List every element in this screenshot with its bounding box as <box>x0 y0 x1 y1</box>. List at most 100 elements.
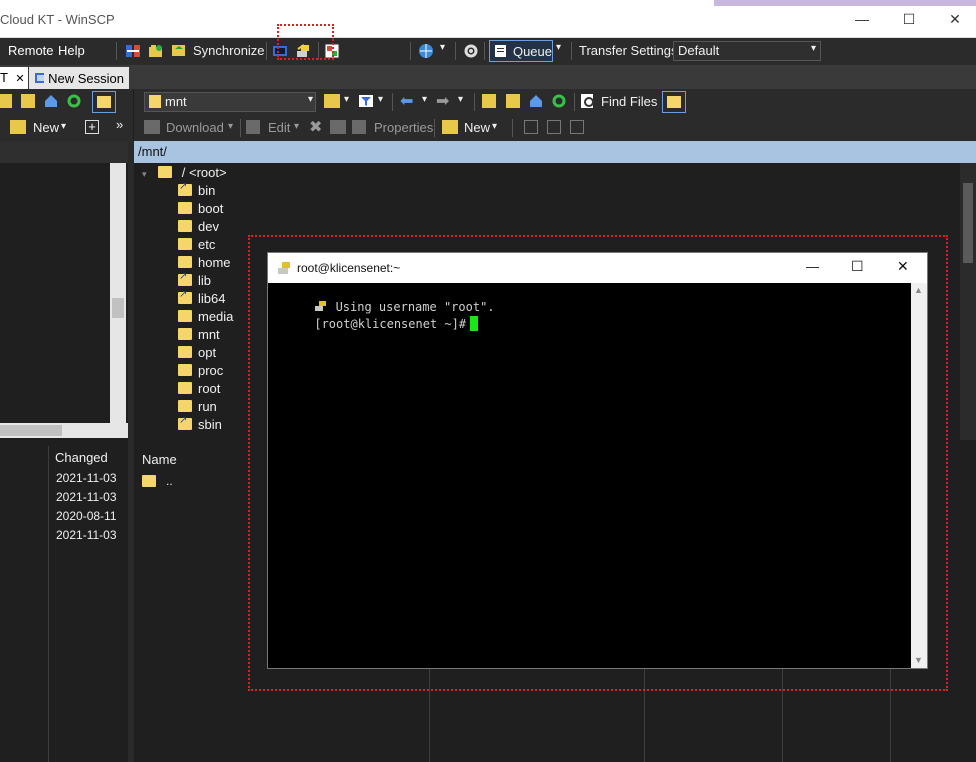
tab-session[interactable]: T ✕ <box>0 67 28 89</box>
close-icon: ✕ <box>949 10 961 27</box>
delete-icon[interactable]: ✖ <box>309 117 322 137</box>
tree-item-label: bin <box>198 183 216 198</box>
tree-item-opt[interactable]: opt <box>178 345 216 363</box>
unselect-icon[interactable] <box>547 120 561 134</box>
tree-toggle-button[interactable] <box>92 91 116 113</box>
tree-item-boot[interactable]: boot <box>178 201 223 219</box>
hscroll-thumb[interactable] <box>0 425 62 436</box>
local-tree-hscroll[interactable] <box>0 423 128 438</box>
chevron-down-icon[interactable]: ▾ <box>440 42 445 53</box>
properties-button[interactable]: Properties <box>374 120 433 135</box>
folder-icon <box>178 346 192 358</box>
local-tree-scrollbar[interactable] <box>110 163 126 423</box>
local-tree[interactable] <box>0 141 128 438</box>
tree-item-proc[interactable]: proc <box>178 363 223 381</box>
tree-item-sbin[interactable]: sbin <box>178 415 222 435</box>
chevron-down-icon[interactable]: ▾ <box>422 94 427 105</box>
close-tab-icon[interactable]: ✕ <box>15 73 24 85</box>
chevron-down-icon[interactable]: ▾ <box>344 94 349 105</box>
chevron-down-icon[interactable]: ▾ <box>308 94 313 105</box>
tree-item-mnt[interactable]: mnt <box>178 327 220 345</box>
terminal-maximize-button[interactable]: ☐ <box>851 258 864 275</box>
menu-remote[interactable]: Remote <box>8 43 54 58</box>
edit-button[interactable]: Edit <box>268 120 290 135</box>
parent-directory-row[interactable]: .. <box>142 474 173 488</box>
scroll-up-icon[interactable]: ▲ <box>914 285 923 295</box>
terminal-output[interactable]: Using username "root". [root@klicensenet… <box>268 283 911 668</box>
scroll-thumb[interactable] <box>112 298 124 318</box>
remote-tree-scrollbar[interactable] <box>960 163 976 440</box>
refresh-icon[interactable] <box>67 94 81 108</box>
local-new-button[interactable]: New <box>33 120 59 135</box>
chevron-down-icon[interactable]: ▾ <box>492 121 497 132</box>
back-arrow-icon[interactable]: ⬅ <box>400 91 413 111</box>
filter-select-icon[interactable] <box>570 120 584 134</box>
download-icon <box>144 120 160 134</box>
open-folder-icon[interactable] <box>324 94 340 108</box>
tree-item-bin[interactable]: bin <box>178 181 216 201</box>
home-icon[interactable] <box>529 94 543 111</box>
transfer-settings-label: Transfer Settings <box>579 43 678 58</box>
putty-terminal-window[interactable]: root@klicensenet:~ — ☐ ✕ Using username … <box>268 253 927 668</box>
tree-item-root[interactable]: root <box>178 381 220 399</box>
more-icon[interactable]: » <box>116 117 123 132</box>
terminal-close-button[interactable]: ✕ <box>897 258 909 275</box>
chevron-down-icon[interactable]: ▾ <box>228 121 233 132</box>
new-folder-icon <box>442 120 458 134</box>
preferences-button[interactable] <box>463 43 479 62</box>
queue-button[interactable]: Queue <box>489 40 553 62</box>
add-icon[interactable]: + <box>85 120 99 134</box>
compare-directories-button[interactable] <box>125 43 141 62</box>
filter-icon[interactable] <box>358 94 374 108</box>
parent-dir-icon[interactable] <box>482 94 496 108</box>
tree-item-label: proc <box>198 363 224 378</box>
root-dir-icon[interactable] <box>506 94 520 108</box>
terminal-prompt: [root@klicensenet ~]# <box>314 317 467 331</box>
column-header-name[interactable]: Name <box>136 448 256 472</box>
transfer-settings-select[interactable]: Default ▾ <box>673 41 821 61</box>
find-files-label: Find Files <box>601 93 658 109</box>
chevron-down-icon[interactable]: ▾ <box>61 121 66 132</box>
tree-item-lib64[interactable]: lib64 <box>178 289 225 309</box>
toolbar-separator <box>434 119 435 137</box>
menu-help[interactable]: Help <box>58 43 85 58</box>
tab-new-session[interactable]: New Session <box>29 67 129 89</box>
keep-up-to-date-button[interactable] <box>148 43 164 62</box>
putty-icon <box>278 262 290 274</box>
transfer-mode-button[interactable] <box>418 43 434 62</box>
parent-dir-icon[interactable] <box>0 94 12 108</box>
terminal-scrollbar[interactable]: ▲ ▼ <box>911 283 927 668</box>
download-button[interactable]: Download <box>166 120 224 135</box>
rename-icon[interactable] <box>330 120 346 134</box>
remote-new-button[interactable]: New <box>464 120 490 135</box>
refresh-icon[interactable] <box>552 94 566 111</box>
scroll-thumb[interactable] <box>963 183 973 263</box>
tree-item-dev[interactable]: dev <box>178 219 219 237</box>
chevron-down-icon[interactable]: ▾ <box>378 94 383 105</box>
root-dir-icon[interactable] <box>21 94 35 108</box>
home-icon[interactable] <box>44 94 58 108</box>
chevron-down-icon[interactable]: ▾ <box>458 94 463 105</box>
synchronize-button[interactable]: Synchronize <box>171 42 265 58</box>
tree-root-label: / <root> <box>181 165 227 180</box>
scroll-down-icon[interactable]: ▼ <box>914 655 923 665</box>
terminal-minimize-button[interactable]: — <box>806 259 819 274</box>
tree-item-media[interactable]: media <box>178 309 233 327</box>
remote-nav-toolbar: mnt ▾ ▾ ▾ ⬅ ▾ ➡ ▾ Find Files <box>134 89 976 115</box>
toolbar-separator <box>392 93 393 111</box>
local-file-list[interactable]: Changed 2021-11-03 2021-11-03 2020-08-11… <box>0 446 128 762</box>
forward-arrow-icon[interactable]: ➡ <box>436 91 449 111</box>
remote-path-combo[interactable]: mnt <box>144 92 316 112</box>
chevron-down-icon[interactable]: ▾ <box>294 121 299 132</box>
tree-item-etc[interactable]: etc <box>178 237 215 255</box>
tree-toggle-button[interactable] <box>662 91 686 113</box>
queue-label: Queue <box>512 43 552 59</box>
toolbar-separator <box>484 42 485 60</box>
select-icon[interactable] <box>524 120 538 134</box>
queue-dropdown-chevron-icon[interactable]: ▾ <box>556 42 561 53</box>
column-header-changed[interactable]: Changed <box>49 446 128 470</box>
folder-icon <box>178 328 192 340</box>
find-files-button[interactable]: Find Files <box>580 93 657 109</box>
window-title: Cloud KT - WinSCP <box>0 12 115 27</box>
chevron-down-icon[interactable]: ▾ <box>142 169 147 179</box>
